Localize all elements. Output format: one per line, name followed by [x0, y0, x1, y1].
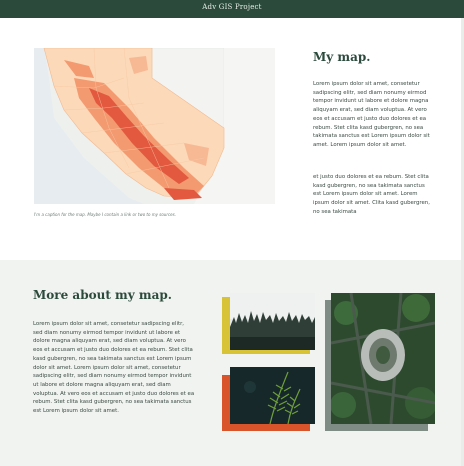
aerial-interchange-photo	[331, 293, 435, 424]
site-title: Adv GIS Project	[202, 3, 262, 11]
california-choropleth-map[interactable]	[34, 48, 275, 204]
forest-treeline-photo	[230, 293, 315, 350]
map-heading: My map.	[313, 50, 371, 64]
top-header-bar: Adv GIS Project	[0, 0, 464, 18]
map-canvas	[34, 48, 275, 204]
more-about-paragraph: Lorem ipsum dolor sit amet, consetetur s…	[33, 321, 195, 415]
more-about-heading: More about my map.	[33, 288, 172, 302]
map-paragraph-2: et justo duo dolores et ea rebum. Stet c…	[313, 174, 430, 215]
map-caption: I'm a caption for the map. Maybe I conta…	[34, 212, 176, 217]
fern-plant-photo	[230, 367, 315, 424]
map-paragraph-1: Lorem ipsum dolor sit amet, consetetur s…	[313, 81, 430, 148]
